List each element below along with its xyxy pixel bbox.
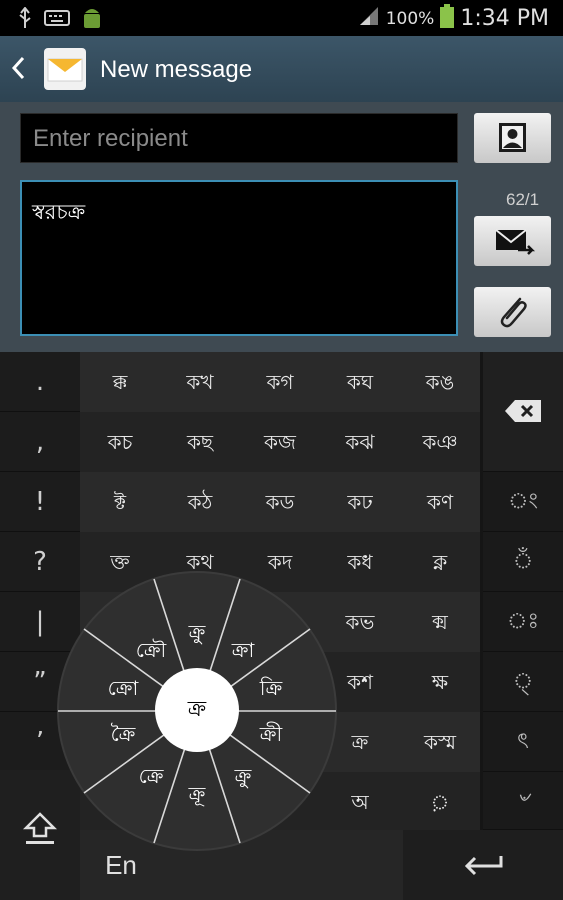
grid-key[interactable]: কচ — [80, 412, 160, 472]
wheel-segment[interactable]: ক্রি — [246, 674, 296, 707]
key-anusvara[interactable]: ং — [483, 472, 563, 532]
key-isshar[interactable]: ৺ — [483, 772, 563, 830]
grid-key[interactable]: কঘ — [320, 352, 400, 412]
grid-key[interactable]: ় — [400, 772, 480, 830]
key-exclamation[interactable]: ! — [0, 472, 80, 532]
status-bar: 100% 1:34 PM — [0, 0, 563, 36]
compose-area: Enter recipient স্বরচক্র 62/1 — [0, 102, 563, 352]
grid-key[interactable]: কঠ — [160, 472, 240, 532]
key-chandrabindu[interactable]: ঁ — [483, 532, 563, 592]
enter-key[interactable] — [403, 830, 563, 900]
key-khanda-ta[interactable]: ৎ — [483, 712, 563, 772]
wheel-segment[interactable]: ক্রে — [126, 762, 176, 795]
signal-icon — [358, 5, 380, 32]
key-comma[interactable]: , — [0, 412, 80, 472]
recipient-input[interactable]: Enter recipient — [20, 113, 458, 163]
grid-key[interactable]: কগ — [240, 352, 320, 412]
grid-key[interactable]: ক্ন — [400, 532, 480, 592]
battery-percent: 100% — [385, 8, 435, 29]
wheel-segment[interactable]: ক্রা — [218, 636, 268, 669]
grid-key[interactable]: ক্ম — [400, 592, 480, 652]
action-bar: New message — [0, 36, 563, 102]
grid-key[interactable]: কঢ — [320, 472, 400, 532]
wheel-segment[interactable]: ক্রৌ — [126, 636, 176, 669]
key-visarga[interactable]: ঃ — [483, 592, 563, 652]
battery-icon — [440, 4, 455, 33]
grid-key[interactable]: কছ — [160, 412, 240, 472]
grid-key[interactable]: কঝ — [320, 412, 400, 472]
key-period[interactable]: . — [0, 352, 80, 412]
keyboard-icon — [44, 10, 70, 30]
grid-key[interactable]: কস্ম — [400, 712, 480, 772]
usb-icon — [18, 6, 32, 33]
attach-icon — [474, 287, 551, 337]
wheel-center-key[interactable]: ক্র — [155, 668, 239, 752]
message-text: স্বরচক্র — [32, 200, 86, 224]
contact-button[interactable] — [474, 113, 551, 163]
page-title: New message — [100, 56, 253, 83]
recipient-placeholder: Enter recipient — [33, 125, 188, 152]
wheel-segment[interactable]: ক্রৈ — [98, 720, 148, 753]
wheel-segment[interactable]: ক্রূ — [172, 780, 222, 813]
grid-key[interactable]: কঙ — [400, 352, 480, 412]
screen: 100% 1:34 PM New message Enter recipient… — [0, 0, 563, 900]
message-input[interactable]: স্বরচক্র — [20, 180, 458, 336]
grid-key[interactable]: ক্ট — [80, 472, 160, 532]
message-app-icon[interactable] — [44, 48, 86, 90]
backspace-icon — [503, 398, 543, 428]
wheel-segment[interactable]: ক্রু — [172, 618, 222, 651]
send-icon — [474, 216, 551, 266]
character-counter: 62/1 — [506, 190, 540, 209]
grid-key[interactable]: কড — [240, 472, 320, 532]
wheel-segment[interactable]: ক্রু — [218, 762, 268, 795]
backspace-key[interactable] — [483, 352, 563, 472]
wheel-segment[interactable]: ক্রো — [98, 674, 148, 707]
grid-key[interactable]: ক্ষ — [400, 652, 480, 712]
enter-icon — [461, 852, 505, 882]
back-icon[interactable] — [10, 54, 26, 89]
grid-key[interactable]: কজ — [240, 412, 320, 472]
modifier-column: ং ঁ ঃ ্ ৎ ৺ — [483, 352, 563, 900]
shift-icon — [22, 810, 58, 850]
key-hasanta[interactable]: ্ — [483, 652, 563, 712]
grid-key[interactable]: কখ — [160, 352, 240, 412]
wheel-segment[interactable]: ক্রী — [246, 720, 296, 753]
contact-icon — [474, 113, 551, 163]
send-button[interactable] — [474, 216, 551, 266]
grid-key[interactable]: ক্ক — [80, 352, 160, 412]
android-icon — [82, 6, 102, 34]
grid-key[interactable]: কণ — [400, 472, 480, 532]
attach-button[interactable] — [474, 287, 551, 337]
grid-key[interactable]: কঞ — [400, 412, 480, 472]
clock: 1:34 PM — [460, 6, 549, 31]
